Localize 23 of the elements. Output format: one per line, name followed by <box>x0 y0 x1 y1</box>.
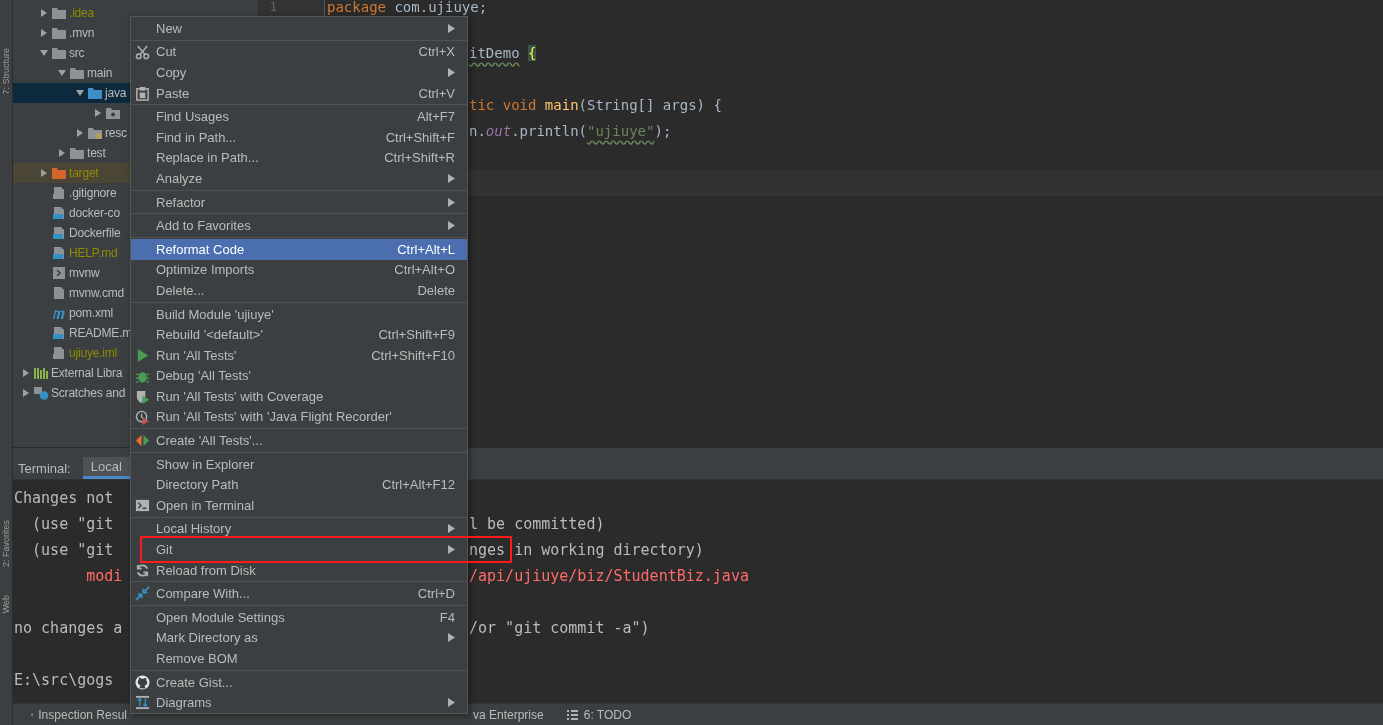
code-token: out <box>485 123 512 139</box>
code-token: .println( <box>511 123 587 139</box>
code-token: itDemo <box>469 45 520 61</box>
terminal-text: l be committed) <box>469 514 606 535</box>
terminal-text: modi <box>85 566 124 587</box>
terminal-text: (use "git <box>31 540 115 561</box>
code-token: com.ujiuye; <box>394 0 488 15</box>
code-token: { <box>527 45 537 61</box>
code-token: n. <box>469 123 486 139</box>
code-token: main <box>544 97 579 113</box>
terminal-text: (use "git <box>31 514 115 535</box>
terminal-text: nges in working directory) <box>469 540 705 561</box>
terminal-text: no changes a <box>14 618 124 639</box>
terminal-text: Changes not <box>14 488 115 509</box>
code-token: "ujiuye" <box>587 123 655 139</box>
terminal-text: /or "git commit -a") <box>469 618 651 639</box>
terminal-label: Terminal: <box>18 460 71 476</box>
terminal-text: /api/ujiuye/biz/StudentBiz.java <box>469 566 750 587</box>
code-token: (String[] args) { <box>578 97 722 113</box>
code-token: ); <box>654 123 672 139</box>
code-token: tic void <box>469 97 538 113</box>
code-token: package <box>327 0 387 15</box>
terminal-text: E:\src\gogs <box>14 670 115 691</box>
